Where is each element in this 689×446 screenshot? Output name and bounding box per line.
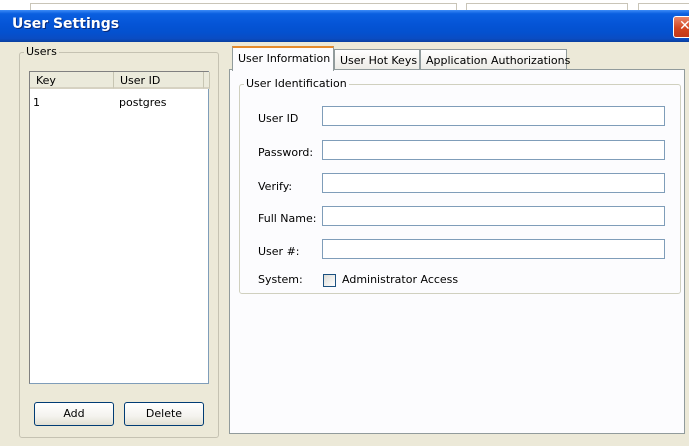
user-number-label: User #: (258, 245, 300, 258)
background-strip (0, 0, 689, 10)
tab-application-authorizations[interactable]: Application Authorizations (420, 49, 570, 70)
list-header: Key User ID (30, 72, 210, 90)
system-label: System: (258, 273, 303, 286)
background-window-edge (638, 3, 689, 10)
window-title: User Settings (12, 16, 120, 32)
user-id-input[interactable] (322, 106, 665, 126)
password-label: Password: (258, 146, 314, 159)
row-user-id: postgres (119, 96, 167, 109)
column-header-user-id[interactable]: User ID (114, 72, 204, 89)
user-id-label: User ID (258, 112, 299, 125)
table-row[interactable]: 1 postgres (30, 96, 208, 110)
password-input[interactable] (322, 140, 665, 160)
verify-input[interactable] (322, 173, 665, 193)
full-name-label: Full Name: (258, 212, 317, 225)
tab-user-information[interactable]: User Information (232, 46, 334, 71)
delete-button[interactable]: Delete (124, 402, 204, 426)
background-window-edge (466, 3, 628, 10)
close-button[interactable]: ✕ (673, 16, 689, 38)
add-button[interactable]: Add (34, 402, 114, 426)
close-icon: ✕ (679, 18, 689, 34)
administrator-access-label[interactable]: Administrator Access (342, 273, 458, 286)
row-key: 1 (33, 96, 40, 109)
background-window-edge (30, 3, 457, 10)
users-group-legend: Users (24, 45, 59, 58)
user-identification-legend: User Identification (244, 77, 349, 90)
full-name-input[interactable] (322, 206, 665, 226)
tab-user-hot-keys[interactable]: User Hot Keys (334, 49, 420, 70)
users-list[interactable]: Key User ID 1 postgres (29, 71, 210, 384)
column-header-key[interactable]: Key (30, 72, 114, 89)
administrator-access-checkbox[interactable] (323, 274, 336, 287)
user-number-input[interactable] (322, 239, 665, 259)
column-header-filler (204, 72, 210, 89)
verify-label: Verify: (258, 180, 293, 193)
title-bar[interactable]: User Settings ✕ (0, 10, 689, 42)
